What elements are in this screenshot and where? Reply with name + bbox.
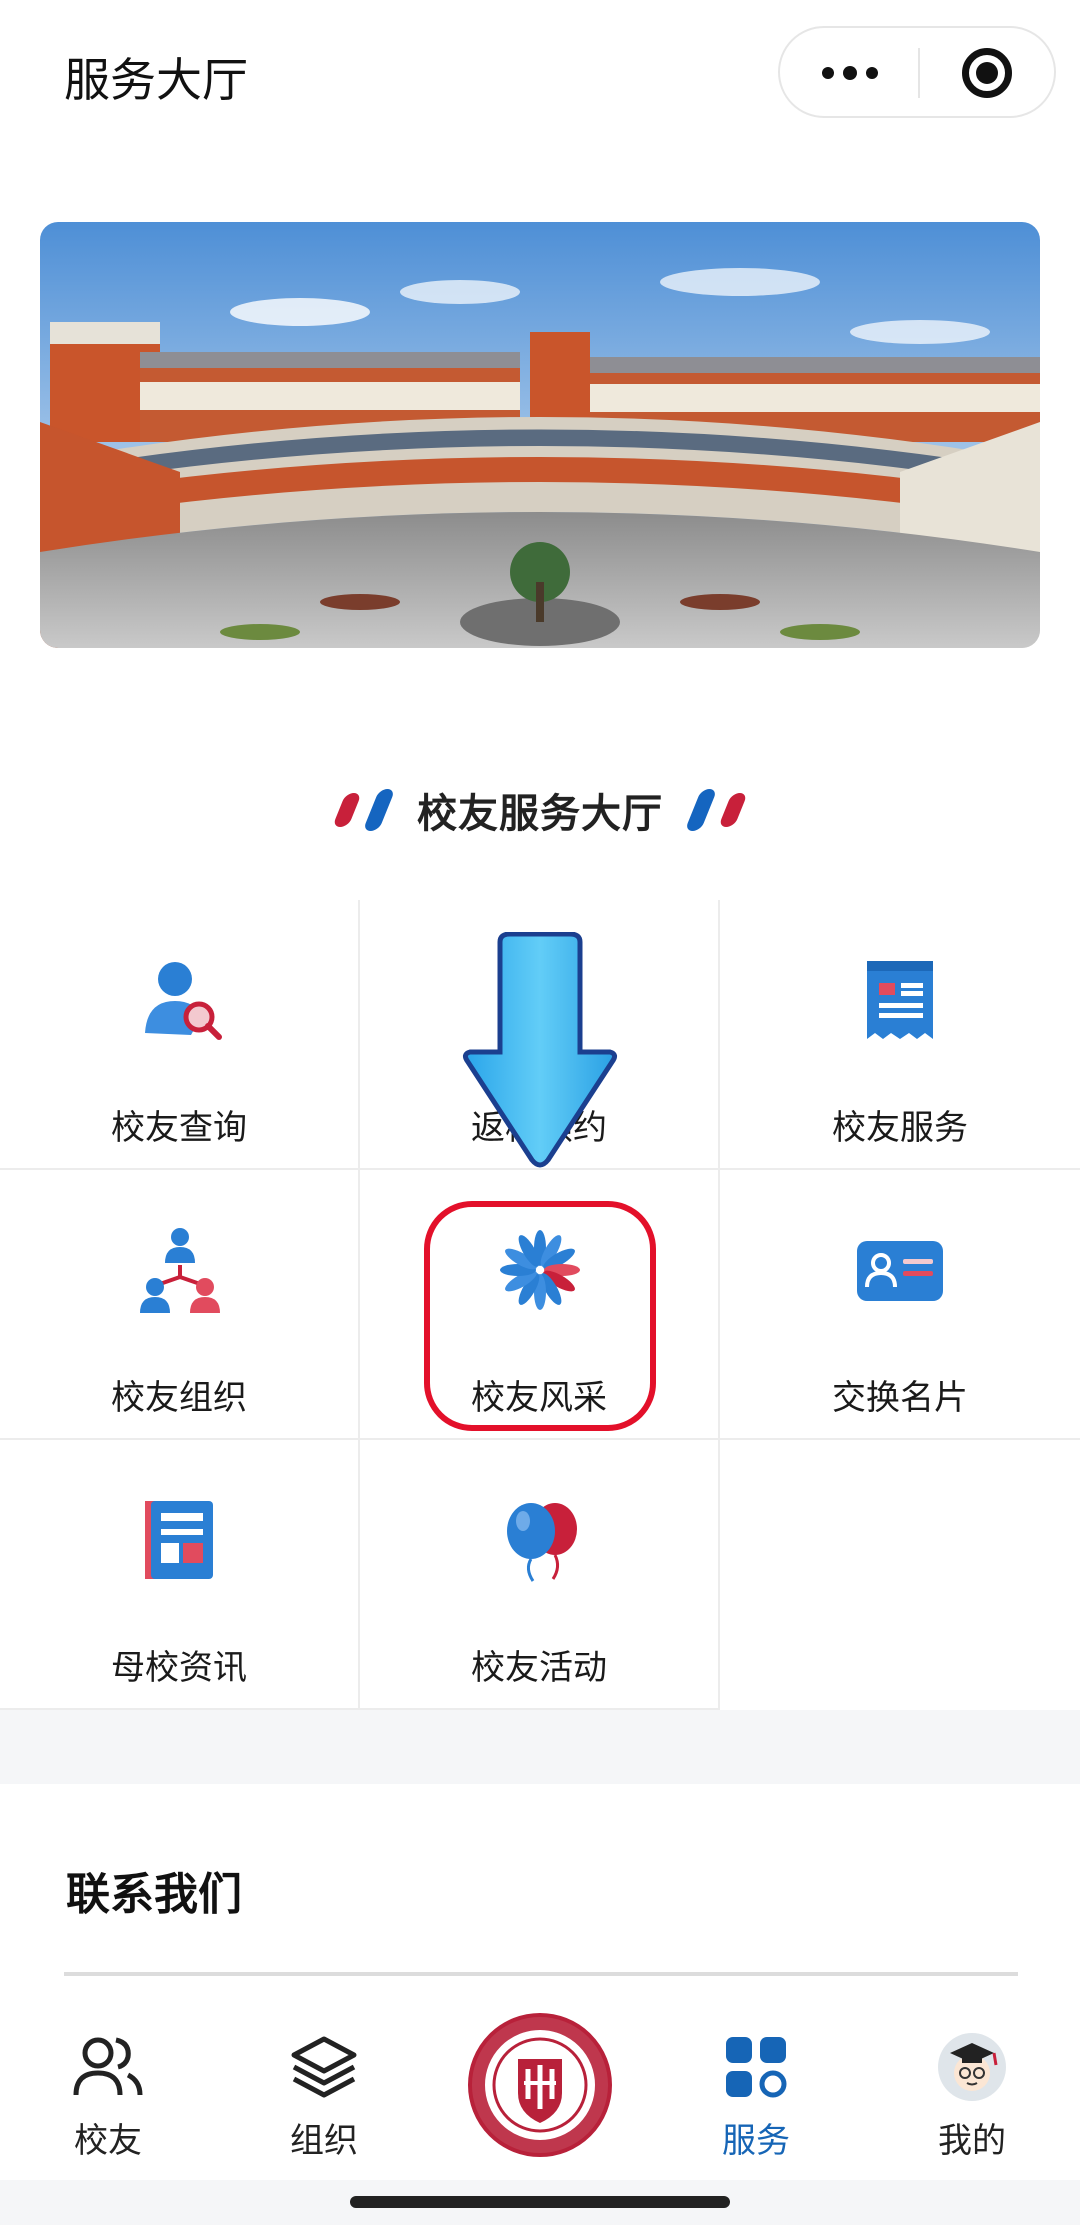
decor-slash-red [332, 793, 362, 827]
page-title: 服务大厅 [64, 53, 248, 107]
down-arrow-icon [462, 932, 618, 1168]
service-label: 校友服务 [832, 1108, 968, 1148]
balloons-icon [507, 1503, 577, 1582]
service-item-alumni-organization[interactable]: 校友组织 [0, 1170, 360, 1440]
service-item-alumni-search[interactable]: 校友查询 [0, 900, 360, 1170]
service-item-exchange-card[interactable]: 交换名片 [720, 1170, 1080, 1440]
layers-icon [291, 2036, 357, 2098]
tab-label: 服务 [722, 2121, 790, 2161]
tab-label: 组织 [290, 2121, 358, 2161]
more-dots-icon[interactable] [780, 28, 918, 116]
service-label: 交换名片 [832, 1378, 968, 1418]
decor-slash-blue [362, 789, 396, 831]
grid-apps-icon [726, 2037, 787, 2098]
people-icon [73, 2037, 143, 2096]
service-label: 校友查询 [111, 1108, 247, 1148]
section-header: 校友服务大厅 [0, 770, 1080, 850]
tab-label: 校友 [74, 2121, 142, 2161]
alumni-search-icon [145, 962, 222, 1040]
tab-organization[interactable]: 组织 [216, 1985, 432, 2185]
news-icon [145, 1501, 213, 1579]
contact-divider [64, 1972, 1018, 1976]
empty-grid-cell [720, 1440, 1080, 1710]
contact-title: 联系我们 [66, 1869, 242, 1920]
mini-program-capsule [778, 26, 1056, 118]
business-card-icon [857, 1241, 943, 1301]
bottom-tab-bar: 校友 组织 服务 我的 [0, 1985, 1080, 2185]
decor-slash-blue [684, 789, 718, 831]
tab-mine[interactable]: 我的 [864, 1985, 1080, 2185]
service-label: 母校资讯 [111, 1648, 247, 1688]
top-bar: 服务大厅 [0, 0, 1080, 150]
tab-service[interactable]: 服务 [648, 1985, 864, 2185]
tab-label: 我的 [938, 2121, 1006, 2161]
target-circle-icon[interactable] [920, 28, 1054, 116]
service-label: 校友组织 [111, 1378, 247, 1418]
home-indicator[interactable] [350, 2196, 730, 2208]
section-title: 校友服务大厅 [417, 791, 663, 837]
tab-alumni[interactable]: 校友 [0, 1985, 216, 2185]
service-label: 校友活动 [471, 1648, 607, 1688]
campus-banner-image[interactable] [40, 222, 1040, 648]
service-item-alumni-service[interactable]: 校友服务 [720, 900, 1080, 1170]
decor-slash-red [718, 793, 748, 827]
highlight-box [424, 1201, 656, 1431]
section-divider-strip [0, 1710, 1080, 1784]
organization-icon [140, 1228, 220, 1313]
service-document-icon [867, 961, 933, 1039]
avatar-icon [938, 2033, 1006, 2101]
service-item-alumni-events[interactable]: 校友活动 [360, 1440, 720, 1710]
university-logo-icon[interactable] [468, 2013, 612, 2157]
service-item-school-news[interactable]: 母校资讯 [0, 1440, 360, 1710]
